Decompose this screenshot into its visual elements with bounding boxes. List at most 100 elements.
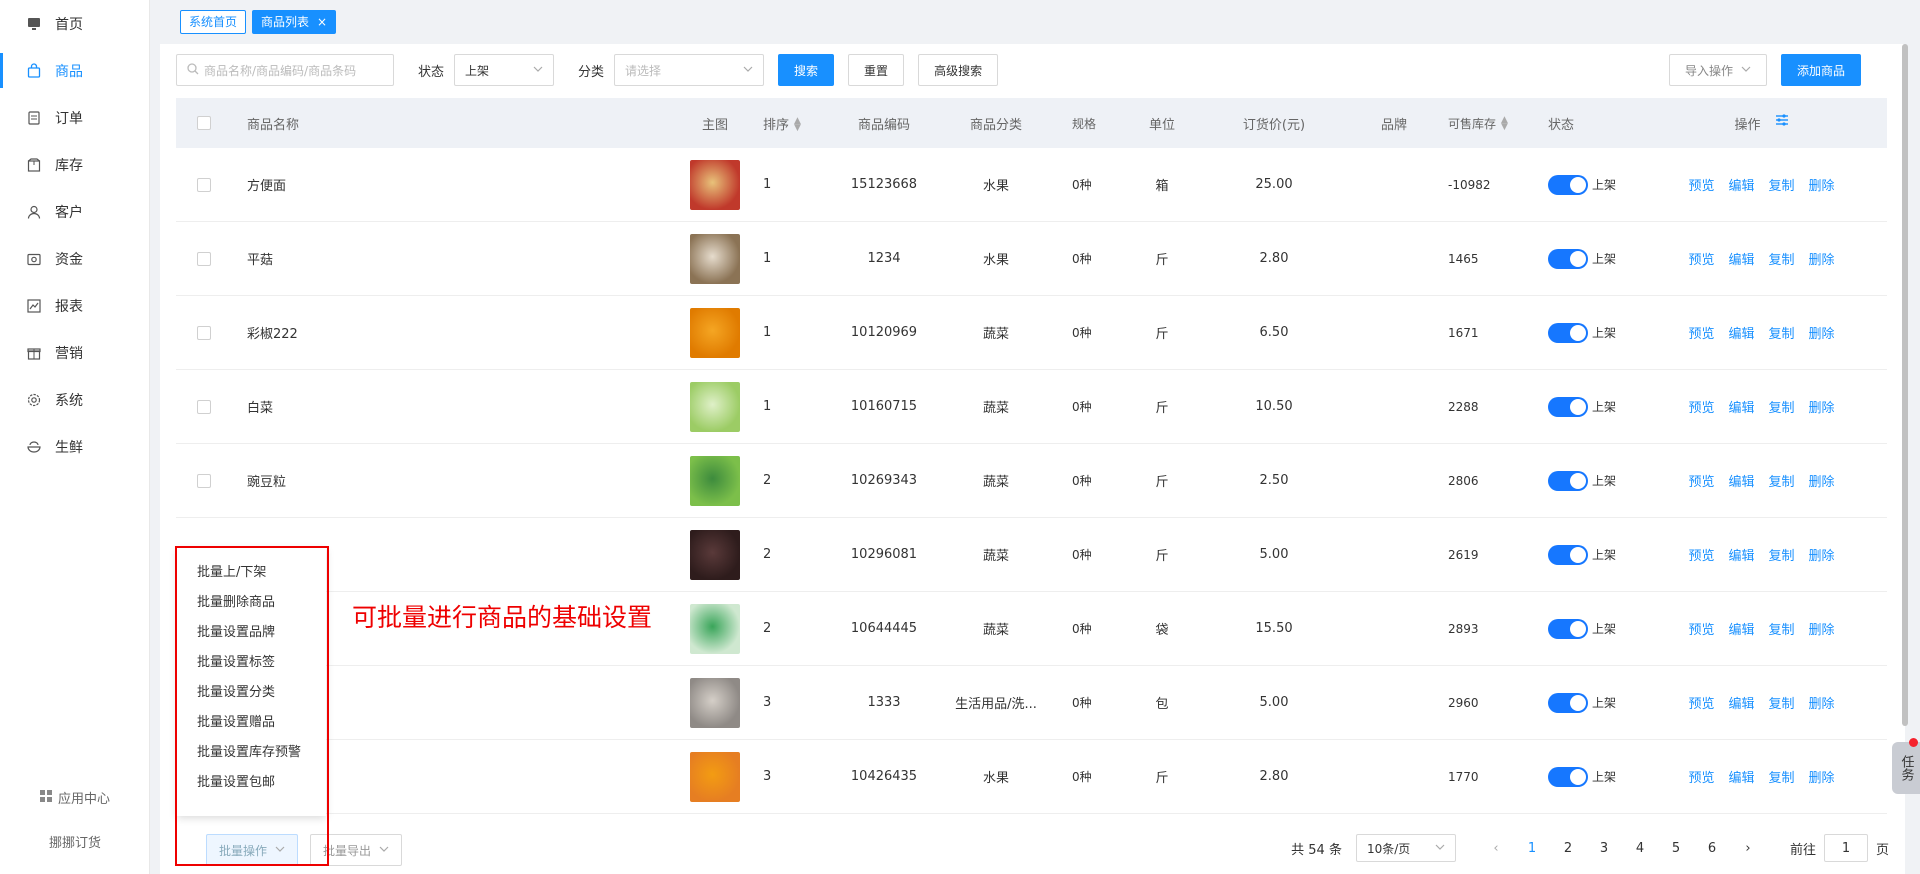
row-checkbox[interactable] xyxy=(197,325,211,340)
status-toggle[interactable] xyxy=(1548,174,1588,195)
sort-icon[interactable]: ▲ ▼ xyxy=(1501,116,1508,132)
edit-link[interactable]: 编辑 xyxy=(1728,323,1754,342)
product-thumbnail[interactable] xyxy=(690,307,740,358)
edit-link[interactable]: 编辑 xyxy=(1728,471,1754,490)
preview-link[interactable]: 预览 xyxy=(1688,249,1714,268)
edit-link[interactable]: 编辑 xyxy=(1728,767,1754,786)
copy-link[interactable]: 复制 xyxy=(1769,471,1795,490)
delete-link[interactable]: 删除 xyxy=(1809,767,1835,786)
copy-link[interactable]: 复制 xyxy=(1769,175,1795,194)
import-button[interactable]: 导入操作 xyxy=(1668,54,1767,86)
sidebar-item-4[interactable]: 客户 xyxy=(0,188,149,235)
select-all-checkbox[interactable] xyxy=(197,116,211,130)
edit-link[interactable]: 编辑 xyxy=(1728,619,1754,638)
delete-link[interactable]: 删除 xyxy=(1809,175,1835,194)
delete-link[interactable]: 删除 xyxy=(1809,619,1835,638)
close-icon[interactable]: × xyxy=(317,11,327,33)
header-sort[interactable]: 排序 ▲ ▼ xyxy=(742,114,832,133)
status-toggle[interactable] xyxy=(1548,396,1588,417)
preview-link[interactable]: 预览 xyxy=(1688,619,1714,638)
sidebar-item-5[interactable]: 资金 xyxy=(0,235,149,282)
next-page-icon[interactable]: › xyxy=(1730,841,1766,856)
sidebar-item-2[interactable]: 订单 xyxy=(0,94,149,141)
delete-link[interactable]: 删除 xyxy=(1809,545,1835,564)
category-select[interactable]: 请选择 xyxy=(614,54,765,86)
copy-link[interactable]: 复制 xyxy=(1769,323,1795,342)
sidebar-item-1[interactable]: 商品 xyxy=(0,47,149,94)
sort-icon[interactable]: ▲ ▼ xyxy=(794,117,801,133)
copy-link[interactable]: 复制 xyxy=(1769,249,1795,268)
sidebar-item-3[interactable]: 库存 xyxy=(0,141,149,188)
preview-link[interactable]: 预览 xyxy=(1688,323,1714,342)
sidebar-item-0[interactable]: 首页 xyxy=(0,0,149,47)
delete-link[interactable]: 删除 xyxy=(1809,693,1835,712)
task-float-button[interactable]: 任务 xyxy=(1892,742,1920,794)
product-thumbnail[interactable] xyxy=(690,455,740,506)
status-toggle[interactable] xyxy=(1548,618,1588,639)
edit-link[interactable]: 编辑 xyxy=(1728,545,1754,564)
search-input[interactable]: 商品名称/商品编码/商品条码 xyxy=(176,54,394,86)
row-checkbox[interactable] xyxy=(197,251,211,266)
page-number[interactable]: 1 xyxy=(1514,841,1550,856)
status-toggle[interactable] xyxy=(1548,692,1588,713)
prev-page-icon[interactable]: ‹ xyxy=(1478,841,1514,856)
copy-link[interactable]: 复制 xyxy=(1769,619,1795,638)
search-button[interactable]: 搜索 xyxy=(778,54,835,86)
product-thumbnail[interactable] xyxy=(690,603,740,654)
page-size-select[interactable]: 10条/页 xyxy=(1355,834,1456,862)
header-stock[interactable]: 可售库存 ▲ ▼ xyxy=(1424,115,1534,132)
delete-link[interactable]: 删除 xyxy=(1809,397,1835,416)
reset-button[interactable]: 重置 xyxy=(848,54,905,86)
sidebar-item-7[interactable]: 营销 xyxy=(0,329,149,376)
page-number[interactable]: 4 xyxy=(1622,841,1658,856)
status-toggle[interactable] xyxy=(1548,766,1588,787)
row-checkbox[interactable] xyxy=(197,473,211,488)
page-number[interactable]: 6 xyxy=(1694,841,1730,856)
sidebar-item-8[interactable]: 系统 xyxy=(0,376,149,423)
status-toggle[interactable] xyxy=(1548,470,1588,491)
copy-link[interactable]: 复制 xyxy=(1769,767,1795,786)
tab-home[interactable]: 系统首页 xyxy=(180,10,247,34)
chevron-down-icon xyxy=(743,63,753,77)
product-thumbnail[interactable] xyxy=(690,159,740,210)
product-thumbnail[interactable] xyxy=(690,233,740,284)
row-checkbox[interactable] xyxy=(197,399,211,414)
product-thumbnail[interactable] xyxy=(690,751,740,802)
edit-link[interactable]: 编辑 xyxy=(1728,175,1754,194)
status-toggle[interactable] xyxy=(1548,248,1588,269)
status-select[interactable]: 上架 xyxy=(454,54,555,86)
preview-link[interactable]: 预览 xyxy=(1688,767,1714,786)
copy-link[interactable]: 复制 xyxy=(1769,545,1795,564)
goto-page-input[interactable]: 1 xyxy=(1823,834,1868,862)
delete-link[interactable]: 删除 xyxy=(1809,323,1835,342)
edit-link[interactable]: 编辑 xyxy=(1728,249,1754,268)
product-thumbnail[interactable] xyxy=(690,381,740,432)
status-toggle[interactable] xyxy=(1548,544,1588,565)
preview-link[interactable]: 预览 xyxy=(1688,693,1714,712)
tab-product-list[interactable]: 商品列表 × xyxy=(252,10,337,34)
product-thumbnail[interactable] xyxy=(690,677,740,728)
vertical-scrollbar[interactable] xyxy=(1902,44,1908,726)
product-thumbnail[interactable] xyxy=(690,529,740,580)
edit-link[interactable]: 编辑 xyxy=(1728,693,1754,712)
page-number[interactable]: 3 xyxy=(1586,841,1622,856)
preview-link[interactable]: 预览 xyxy=(1688,175,1714,194)
preview-link[interactable]: 预览 xyxy=(1688,545,1714,564)
page-number[interactable]: 2 xyxy=(1550,841,1586,856)
delete-link[interactable]: 删除 xyxy=(1809,471,1835,490)
page-number[interactable]: 5 xyxy=(1658,841,1694,856)
sidebar-item-6[interactable]: 报表 xyxy=(0,282,149,329)
preview-link[interactable]: 预览 xyxy=(1688,397,1714,416)
row-checkbox[interactable] xyxy=(197,177,211,192)
add-product-button[interactable]: 添加商品 xyxy=(1780,54,1861,86)
delete-link[interactable]: 删除 xyxy=(1809,249,1835,268)
app-center-link[interactable]: 应用中心 xyxy=(0,788,150,807)
column-settings-icon[interactable] xyxy=(1775,113,1789,133)
sidebar-item-9[interactable]: 生鲜 xyxy=(0,423,149,470)
status-toggle[interactable] xyxy=(1548,322,1588,343)
copy-link[interactable]: 复制 xyxy=(1769,693,1795,712)
edit-link[interactable]: 编辑 xyxy=(1728,397,1754,416)
preview-link[interactable]: 预览 xyxy=(1688,471,1714,490)
advanced-search-button[interactable]: 高级搜索 xyxy=(918,54,999,86)
copy-link[interactable]: 复制 xyxy=(1769,397,1795,416)
